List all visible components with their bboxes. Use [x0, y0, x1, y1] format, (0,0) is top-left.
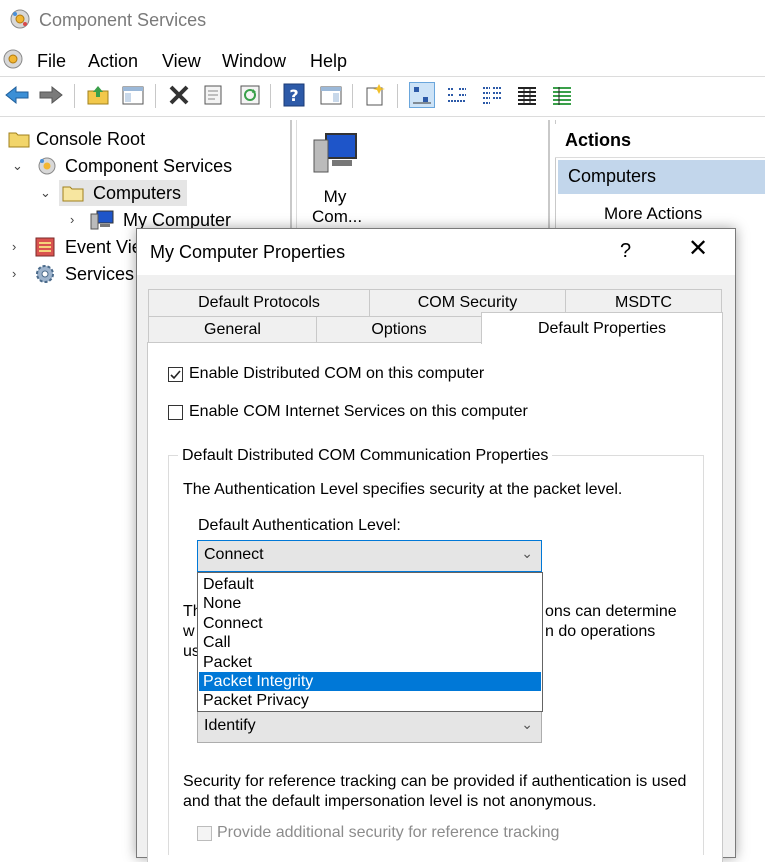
- help-icon[interactable]: ?: [281, 82, 307, 108]
- enable-dcom-label[interactable]: Enable Distributed COM on this computer: [189, 365, 484, 383]
- option-packet-integrity[interactable]: Packet Integrity: [199, 672, 541, 691]
- menu-file[interactable]: File: [37, 51, 66, 72]
- imp-desc-line1-end: ons can determine: [545, 603, 677, 620]
- new-icon[interactable]: [362, 82, 388, 108]
- tab-options[interactable]: Options: [316, 316, 482, 344]
- tab-general[interactable]: General: [148, 316, 317, 344]
- show-action-pane-icon[interactable]: [318, 82, 344, 108]
- auth-description: The Authentication Level specifies secur…: [183, 481, 623, 498]
- option-connect[interactable]: Connect: [199, 614, 541, 633]
- folder-icon: [8, 132, 30, 148]
- menu-divider: [0, 76, 765, 77]
- back-arrow-icon[interactable]: [4, 82, 30, 108]
- event-viewer-icon: [35, 237, 55, 257]
- delete-icon[interactable]: [166, 82, 192, 108]
- result-item-my-computer[interactable]: My Com...: [312, 130, 363, 230]
- tree-item-computers[interactable]: Computers: [59, 180, 188, 206]
- toolbar-separator: [397, 84, 398, 108]
- actions-header: Actions: [555, 124, 765, 158]
- large-icons-view-icon[interactable]: [409, 82, 435, 108]
- small-icons-view-icon[interactable]: [444, 82, 470, 108]
- folder-open-icon: [62, 186, 84, 202]
- imp-desc-line2-end: n do operations: [545, 623, 656, 640]
- toolbar-separator: [270, 84, 271, 108]
- tree-item-component-services[interactable]: Component Services: [36, 153, 232, 179]
- actions-section-computers[interactable]: Computers: [558, 160, 765, 194]
- component-services-icon: [10, 9, 30, 29]
- toolbar-separator: [352, 84, 353, 108]
- ref-tracking-desc-line2: and that the default impersonation level…: [183, 793, 597, 810]
- tab-default-protocols[interactable]: Default Protocols: [148, 289, 370, 317]
- computer-icon: [313, 133, 357, 173]
- component-services-icon: [38, 157, 56, 175]
- toolbar-separator: [74, 84, 75, 108]
- menu-action[interactable]: Action: [88, 51, 138, 72]
- tree-item-event-viewer[interactable]: Event Vie: [34, 234, 142, 260]
- chevron-right-icon[interactable]: ›: [12, 266, 16, 281]
- system-menu-icon[interactable]: [2, 48, 24, 70]
- ref-tracking-checkbox[interactable]: [197, 826, 212, 841]
- show-hide-tree-icon[interactable]: [120, 82, 146, 108]
- more-actions-link[interactable]: More Actions: [604, 204, 702, 224]
- tree-item-label: Services (: [65, 263, 146, 284]
- option-default[interactable]: Default: [199, 575, 541, 594]
- chevron-down-icon[interactable]: ⌄: [12, 158, 23, 174]
- option-call[interactable]: Call: [199, 633, 541, 652]
- computer-icon: [90, 210, 114, 230]
- dialog-title: My Computer Properties: [150, 242, 346, 262]
- menu-view[interactable]: View: [162, 51, 201, 72]
- auth-level-dropdown-list: Default None Connect Call Packet Packet …: [197, 572, 543, 712]
- option-packet[interactable]: Packet: [199, 653, 541, 672]
- chevron-right-icon[interactable]: ›: [70, 212, 74, 227]
- tree-item-label: Event Vie: [65, 236, 142, 257]
- enable-cis-label[interactable]: Enable COM Internet Services on this com…: [189, 403, 528, 421]
- auth-level-value: Connect: [204, 546, 264, 563]
- status-view-icon[interactable]: [549, 82, 575, 108]
- auth-level-select[interactable]: Connect ⌄: [197, 540, 542, 572]
- auth-level-label: Default Authentication Level:: [198, 517, 401, 534]
- window-title: Component Services: [39, 10, 207, 30]
- detail-view-icon[interactable]: [514, 82, 540, 108]
- menu-window[interactable]: Window: [222, 51, 286, 72]
- tree-item-console-root[interactable]: Console Root: [8, 126, 145, 152]
- enable-dcom-checkbox[interactable]: [168, 367, 183, 382]
- impersonation-level-select[interactable]: Identify ⌄: [197, 711, 542, 743]
- properties-icon[interactable]: [200, 82, 226, 108]
- ref-tracking-desc-line1: Security for reference tracking can be p…: [183, 773, 687, 790]
- gear-icon: [36, 265, 54, 283]
- enable-cis-checkbox[interactable]: [168, 405, 183, 420]
- close-icon[interactable]: ✕: [688, 237, 708, 261]
- toolbar-separator: [155, 84, 156, 108]
- tree-item-services[interactable]: Services (: [34, 261, 145, 287]
- imp-desc-line2-start: w: [183, 623, 195, 640]
- result-item-label-line2: Com...: [312, 207, 363, 226]
- group-title: Default Distributed COM Communication Pr…: [178, 447, 553, 465]
- tree-item-label: Component Services: [65, 155, 233, 176]
- option-none[interactable]: None: [199, 594, 541, 613]
- chevron-down-icon[interactable]: ⌄: [40, 185, 51, 201]
- chevron-down-icon: ⌄: [521, 545, 533, 561]
- menu-help[interactable]: Help: [310, 51, 347, 72]
- result-item-label-line1: My: [323, 187, 347, 206]
- chevron-right-icon[interactable]: ›: [12, 239, 16, 254]
- svg-text:?: ?: [289, 86, 298, 105]
- ref-tracking-label[interactable]: Provide additional security for referenc…: [217, 824, 559, 842]
- checkmark-icon: [170, 370, 181, 380]
- help-icon[interactable]: ?: [620, 240, 631, 263]
- tree-item-label: Computers: [93, 182, 182, 203]
- forward-arrow-icon[interactable]: [38, 82, 64, 108]
- toolbar-divider: [0, 116, 765, 117]
- tree-item-label: Console Root: [36, 128, 146, 149]
- impersonation-level-value: Identify: [204, 717, 256, 734]
- chevron-down-icon: ⌄: [521, 716, 533, 732]
- refresh-icon[interactable]: [237, 82, 263, 108]
- option-packet-privacy[interactable]: Packet Privacy: [199, 691, 541, 710]
- tab-default-properties[interactable]: Default Properties: [481, 312, 723, 344]
- list-view-icon[interactable]: [479, 82, 505, 108]
- up-folder-icon[interactable]: [85, 82, 111, 108]
